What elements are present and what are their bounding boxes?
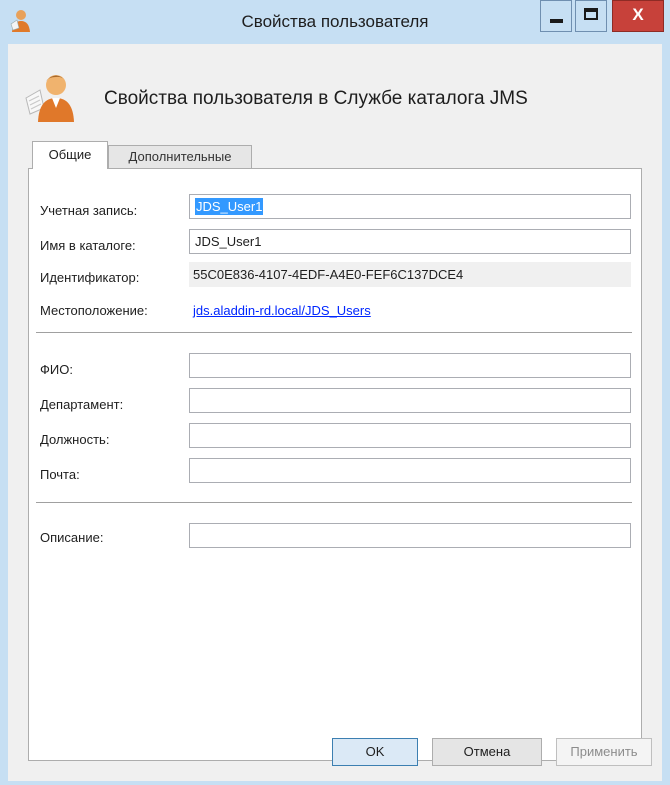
fio-label: ФИО: [40, 362, 73, 377]
dirname-field[interactable]: JDS_User1 [189, 229, 631, 254]
ok-button[interactable]: OK [332, 738, 418, 766]
minimize-icon [550, 19, 563, 23]
close-button[interactable]: X [612, 0, 664, 32]
cancel-button[interactable]: Отмена [432, 738, 542, 766]
user-properties-window: Свойства пользователя X Свойства пользов… [0, 0, 670, 785]
tab-additional[interactable]: Дополнительные [108, 145, 252, 169]
apply-button[interactable]: Применить [556, 738, 652, 766]
title-bar[interactable]: Свойства пользователя X [0, 0, 670, 44]
position-field[interactable] [189, 423, 631, 448]
description-field[interactable] [189, 523, 631, 548]
location-label: Местоположение: [40, 303, 148, 318]
mail-field[interactable] [189, 458, 631, 483]
tab-general[interactable]: Общие [32, 141, 108, 169]
maximize-button[interactable] [575, 0, 607, 32]
department-field[interactable] [189, 388, 631, 413]
dialog-header-title: Свойства пользователя в Службе каталога … [104, 88, 528, 109]
fio-field[interactable] [189, 353, 631, 378]
mail-label: Почта: [40, 467, 80, 482]
tab-panel-general: Учетная запись: JDS_User1 Имя в каталоге… [28, 168, 642, 761]
dialog-body: Свойства пользователя в Службе каталога … [8, 44, 662, 781]
identifier-label: Идентификатор: [40, 270, 140, 285]
divider [36, 502, 632, 504]
account-value: JDS_User1 [195, 198, 264, 215]
description-label: Описание: [40, 530, 104, 545]
identifier-value: 55C0E836-4107-4EDF-A4E0-FEF6C137DCE4 [189, 262, 631, 287]
position-label: Должность: [40, 432, 110, 447]
location-link[interactable]: jds.aladdin-rd.local/JDS_Users [193, 303, 371, 318]
close-icon: X [632, 5, 644, 24]
department-label: Департамент: [40, 397, 124, 412]
user-icon [25, 75, 74, 122]
minimize-button[interactable] [540, 0, 572, 32]
maximize-icon [584, 8, 598, 20]
account-label: Учетная запись: [40, 203, 138, 218]
account-field[interactable]: JDS_User1 [189, 194, 631, 219]
divider [36, 332, 632, 334]
dirname-label: Имя в каталоге: [40, 238, 136, 253]
